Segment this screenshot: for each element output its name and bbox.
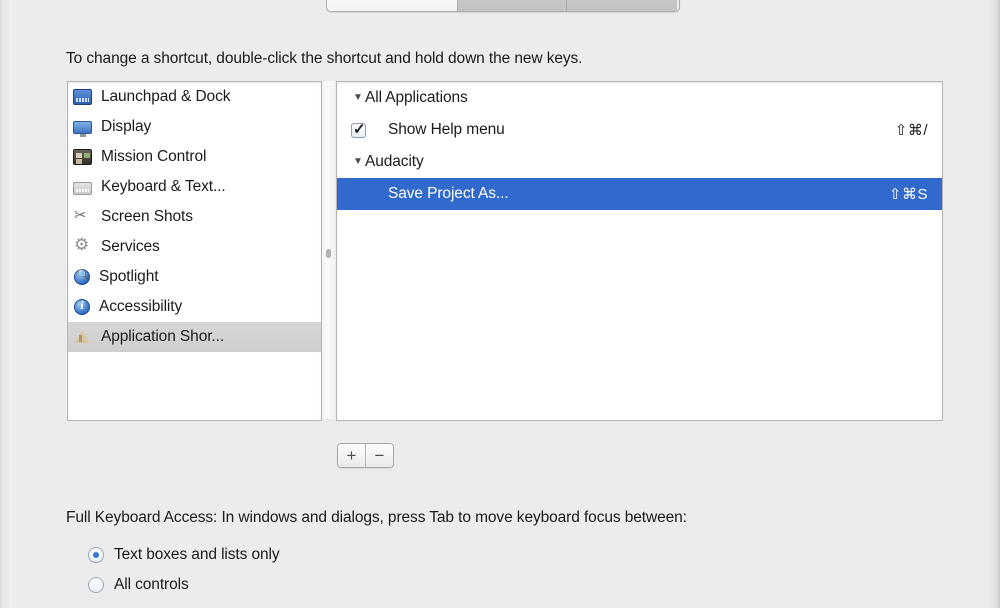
preference-tab-1[interactable] xyxy=(458,0,567,11)
sidebar-item-label: Services xyxy=(101,238,160,255)
sidebar-item-accessibility[interactable]: Accessibility xyxy=(68,292,321,322)
display-icon xyxy=(73,121,92,137)
radio-all-controls[interactable]: All controls xyxy=(88,576,189,594)
sidebar-item-label: Keyboard & Text... xyxy=(101,178,226,195)
add-shortcut-button[interactable]: + xyxy=(338,444,366,467)
shortcut-item-row[interactable]: Show Help menu ⇧⌘/ xyxy=(337,114,942,146)
shortcut-menu-title: Save Project As... xyxy=(388,185,509,202)
instruction-text: To change a shortcut, double-click the s… xyxy=(66,50,583,67)
radio-button-indicator[interactable] xyxy=(88,547,104,563)
window-left-edge xyxy=(0,0,12,608)
services-gear-icon xyxy=(73,235,92,255)
splitter-handle-icon xyxy=(326,249,331,258)
radio-text-boxes-and-lists-only[interactable]: Text boxes and lists only xyxy=(88,546,280,564)
sidebar-item-application-shor[interactable]: Application Shor... xyxy=(68,322,321,352)
chevron-down-icon[interactable]: ▼ xyxy=(351,93,365,103)
screen-shots-icon xyxy=(73,206,92,225)
shortcut-category-list[interactable]: Launchpad & Dock Display Mission Control Ke… xyxy=(67,81,322,421)
chevron-down-icon[interactable]: ▼ xyxy=(351,157,365,167)
mission-control-icon xyxy=(73,149,92,165)
radio-button-indicator[interactable] xyxy=(88,577,104,593)
radio-label: All controls xyxy=(114,576,189,593)
full-keyboard-access-label: Full Keyboard Access: In windows and dia… xyxy=(66,509,687,526)
shortcut-group-label: All Applications xyxy=(365,89,468,106)
preference-tab-2[interactable] xyxy=(567,0,677,11)
sidebar-item-launchpad-dock[interactable]: Launchpad & Dock xyxy=(68,82,321,112)
radio-label: Text boxes and lists only xyxy=(114,546,280,563)
shortcut-group-row[interactable]: ▼ All Applications xyxy=(337,82,942,114)
sidebar-item-mission-control[interactable]: Mission Control xyxy=(68,142,321,172)
shortcut-group-label: Audacity xyxy=(365,153,424,170)
keyboard-text-icon xyxy=(73,181,92,195)
sidebar-item-label: Mission Control xyxy=(101,148,207,165)
shortcut-group-row[interactable]: ▼ Audacity xyxy=(337,146,942,178)
sidebar-item-services[interactable]: Services xyxy=(68,232,321,262)
spotlight-search-icon xyxy=(74,269,90,285)
sidebar-item-label: Application Shor... xyxy=(101,328,225,345)
launchpad-dock-icon xyxy=(73,89,92,105)
remove-shortcut-button[interactable]: − xyxy=(366,444,393,467)
sidebar-item-label: Display xyxy=(101,118,152,135)
accessibility-info-icon xyxy=(74,298,90,315)
shortcut-tree-list[interactable]: ▼All ApplicationsShow Help menu⇧⌘/▼Audac… xyxy=(336,81,943,421)
panel-splitter[interactable] xyxy=(322,81,335,419)
sidebar-item-label: Screen Shots xyxy=(101,208,193,225)
sidebar-item-label: Spotlight xyxy=(99,268,159,285)
sidebar-item-label: Launchpad & Dock xyxy=(101,88,231,105)
sidebar-item-screen-shots[interactable]: Screen Shots xyxy=(68,202,321,232)
shortcut-key-combo[interactable]: ⇧⌘S xyxy=(889,185,932,203)
window-right-edge xyxy=(990,0,1000,608)
sidebar-item-display[interactable]: Display xyxy=(68,112,321,142)
sidebar-item-keyboard-text[interactable]: Keyboard & Text... xyxy=(68,172,321,202)
sidebar-item-label: Accessibility xyxy=(99,298,183,315)
shortcut-item-row[interactable]: Save Project As... ⇧⌘S xyxy=(337,178,942,210)
add-remove-control[interactable]: + − xyxy=(337,443,394,468)
preference-tab-0[interactable] xyxy=(327,0,458,11)
sidebar-item-spotlight[interactable]: Spotlight xyxy=(68,262,321,292)
shortcut-key-combo[interactable]: ⇧⌘/ xyxy=(895,121,932,139)
application-shortcuts-icon xyxy=(73,329,92,345)
preference-tab-bar[interactable] xyxy=(326,0,680,12)
shortcut-enabled-checkbox[interactable] xyxy=(351,120,366,138)
shortcut-menu-title: Show Help menu xyxy=(388,121,505,138)
